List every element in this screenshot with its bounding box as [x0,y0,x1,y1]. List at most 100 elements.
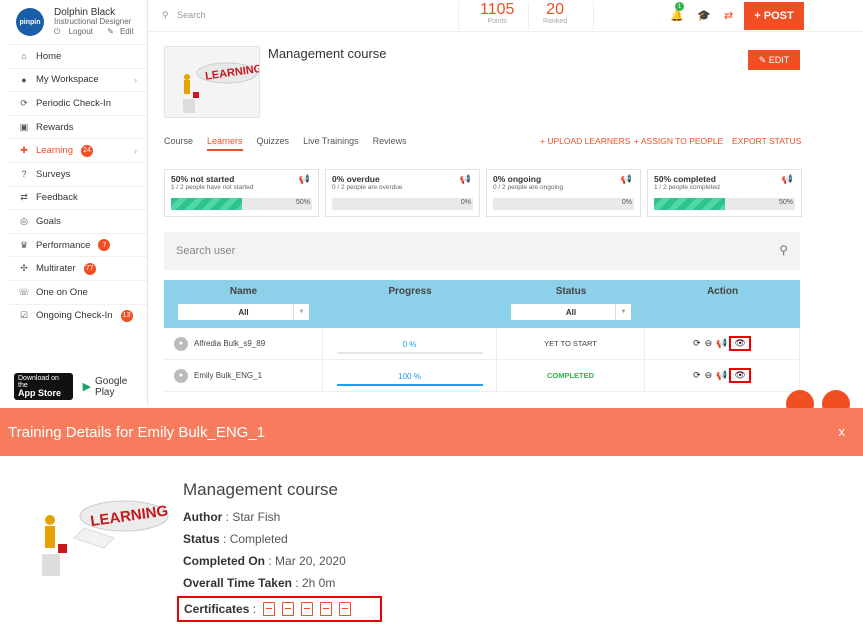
learning-illustration: LEARNING [183,62,259,113]
pdf-certificate-icon[interactable] [282,602,295,616]
edit-course-button[interactable]: ✎ EDIT [748,50,800,70]
search-icon[interactable]: ⚲ [779,243,788,257]
swap-arrows-icon[interactable]: ⇄ [724,9,733,22]
learner-name-cell: ● Alfredia Bulk_s9_89 [164,328,323,359]
close-icon[interactable]: x [839,424,846,439]
card-progress-bar: 50% [654,198,795,210]
question-icon: ? [21,169,27,180]
card-progress-bar: 0% [493,198,634,210]
global-search[interactable]: ⚲ Search [162,10,206,21]
progress-value: 100 % [398,371,421,381]
name-filter-select[interactable]: All ▼ [178,304,309,320]
view-details-icon[interactable]: 👁 [729,336,751,351]
reset-icon[interactable]: ⟳ [693,338,705,349]
sidebar-item-home[interactable]: ⌂ Home [8,44,147,68]
megaphone-icon[interactable]: 📢 [299,174,310,185]
status-card[interactable]: 50% completed 1 / 2 people completed 📢 5… [647,169,802,217]
modal-title: Training Details for Emily Bulk_ENG_1 [8,423,266,441]
column-header-progress: Progress [388,286,432,297]
sidebar-item-multirater[interactable]: ✣ Multirater 77 [8,256,147,280]
search-user-input[interactable]: Search user ⚲ [164,232,800,270]
progress-bar [336,351,483,354]
megaphone-icon[interactable]: 📢 [460,174,471,185]
card-subtitle: 0 / 2 people are ongoing [493,184,564,191]
app-root: pinpin Dolphin Black Instructional Desig… [0,0,863,630]
completed-value: Mar 20, 2020 [275,554,346,568]
progress-cell: 100 % [323,360,497,391]
status-cell: COMPLETED [497,360,645,391]
status-filter-select[interactable]: All ▼ [511,304,631,320]
sidebar-item-label: Rewards [36,121,74,133]
card-title: 0% overdue [332,174,380,184]
points-value: 1105 [480,1,515,18]
pdf-certificate-icon[interactable] [263,602,276,616]
profile: pinpin Dolphin Black Instructional Desig… [8,0,147,44]
learner-name[interactable]: Alfredia Bulk_s9_89 [194,339,265,348]
tab-course[interactable]: Course [164,136,193,151]
app-store-label: App Store [18,388,62,398]
notification-bell-icon[interactable]: 🔔 1 [670,2,684,22]
search-user-placeholder: Search user [176,245,236,257]
app-store-button[interactable]: Download on the App Store [14,373,73,400]
global-search-placeholder: Search [177,10,206,20]
points-stat[interactable]: 1105 Points [480,1,515,26]
logout-link[interactable]: ⏻ Logout [54,27,99,36]
status-value: Completed [229,532,288,546]
action-cell: ⟳ ⊖ 📢 👁 [645,328,800,359]
card-subtitle: 1 / 2 people have not started [171,184,254,191]
tab-quizzes[interactable]: Quizzes [257,136,290,151]
tab-live-trainings[interactable]: Live Trainings [303,136,359,151]
avatar[interactable]: pinpin [16,8,44,36]
tab-reviews[interactable]: Reviews [373,136,407,151]
post-button[interactable]: + POST [744,2,804,30]
sidebar-item-ongoing-check-in[interactable]: ☑ Ongoing Check-In 13 [8,303,147,328]
card-title: 50% not started [171,174,235,184]
learner-name[interactable]: Emily Bulk_ENG_1 [194,371,262,380]
column-header-action: Action [706,286,739,297]
learning-illustration: LEARNING [42,500,169,576]
assign-to-people-link[interactable]: + ASSIGN TO PEOPLE [634,136,723,146]
pencil-icon: ✎ [758,54,767,65]
megaphone-icon[interactable]: 📢 [782,174,793,185]
home-icon: ⌂ [21,51,27,62]
search-icon: ⚲ [162,10,169,20]
reset-icon[interactable]: ⟳ [693,370,705,381]
learning-icon: ✚ [20,145,28,156]
tab-learners[interactable]: Learners [207,136,243,151]
status-card[interactable]: 50% not started 1 / 2 people have not st… [164,169,319,217]
pdf-certificate-icon[interactable] [339,602,352,616]
sidebar-item-rewards[interactable]: ▣ Rewards [8,114,147,139]
modal-header: Training Details for Emily Bulk_ENG_1 x [0,408,863,456]
ranked-stat[interactable]: 20 Ranked [543,2,568,26]
export-status-link[interactable]: EXPORT STATUS [732,136,801,146]
graduation-cap-icon[interactable]: 🎓 [697,9,711,22]
profile-role: Instructional Designer [54,17,132,27]
edit-profile-link[interactable]: ✎ Edit [107,27,140,36]
sidebar-item-goals[interactable]: ◎ Goals [8,209,147,233]
view-details-icon[interactable]: 👁 [729,368,751,383]
sidebar-item-learning[interactable]: ✚ Learning 24 › [8,138,147,162]
course-title: Management course [268,46,387,61]
sidebar-item-one-on-one[interactable]: ☏ One on One [8,279,147,304]
google-play-button[interactable]: ▶ Google Play [83,376,147,398]
remove-icon[interactable]: ⊖ [705,338,717,349]
ranked-label: Ranked [543,18,568,25]
pdf-certificate-icon[interactable] [301,602,314,616]
status-card[interactable]: 0% overdue 0 / 2 people are overdue 📢 0% [325,169,480,217]
card-percent: 0% [460,199,471,206]
divider [528,2,529,30]
status-label: Status [183,532,220,546]
remove-icon[interactable]: ⊖ [705,370,717,381]
sidebar-item-feedback[interactable]: ⇄ Feedback [8,185,147,210]
megaphone-icon[interactable]: 📢 [621,174,632,185]
upload-learners-link[interactable]: + UPLOAD LEARNERS [540,136,630,146]
sidebar-item-periodic-check-in[interactable]: ⟳ Periodic Check-In [8,91,147,115]
sidebar-item-my-workspace[interactable]: ● My Workspace › [8,67,147,92]
pdf-certificate-icon[interactable] [320,602,333,616]
sidebar-item-performance[interactable]: ♛ Performance 7 [8,232,147,257]
sidebar-item-label: Surveys [36,168,71,180]
status-card[interactable]: 0% ongoing 0 / 2 people are ongoing 📢 0% [486,169,641,217]
sidebar-item-label: My Workspace [36,74,99,86]
status-row: Status : Completed [183,532,288,546]
sidebar-item-surveys[interactable]: ? Surveys [8,161,147,186]
